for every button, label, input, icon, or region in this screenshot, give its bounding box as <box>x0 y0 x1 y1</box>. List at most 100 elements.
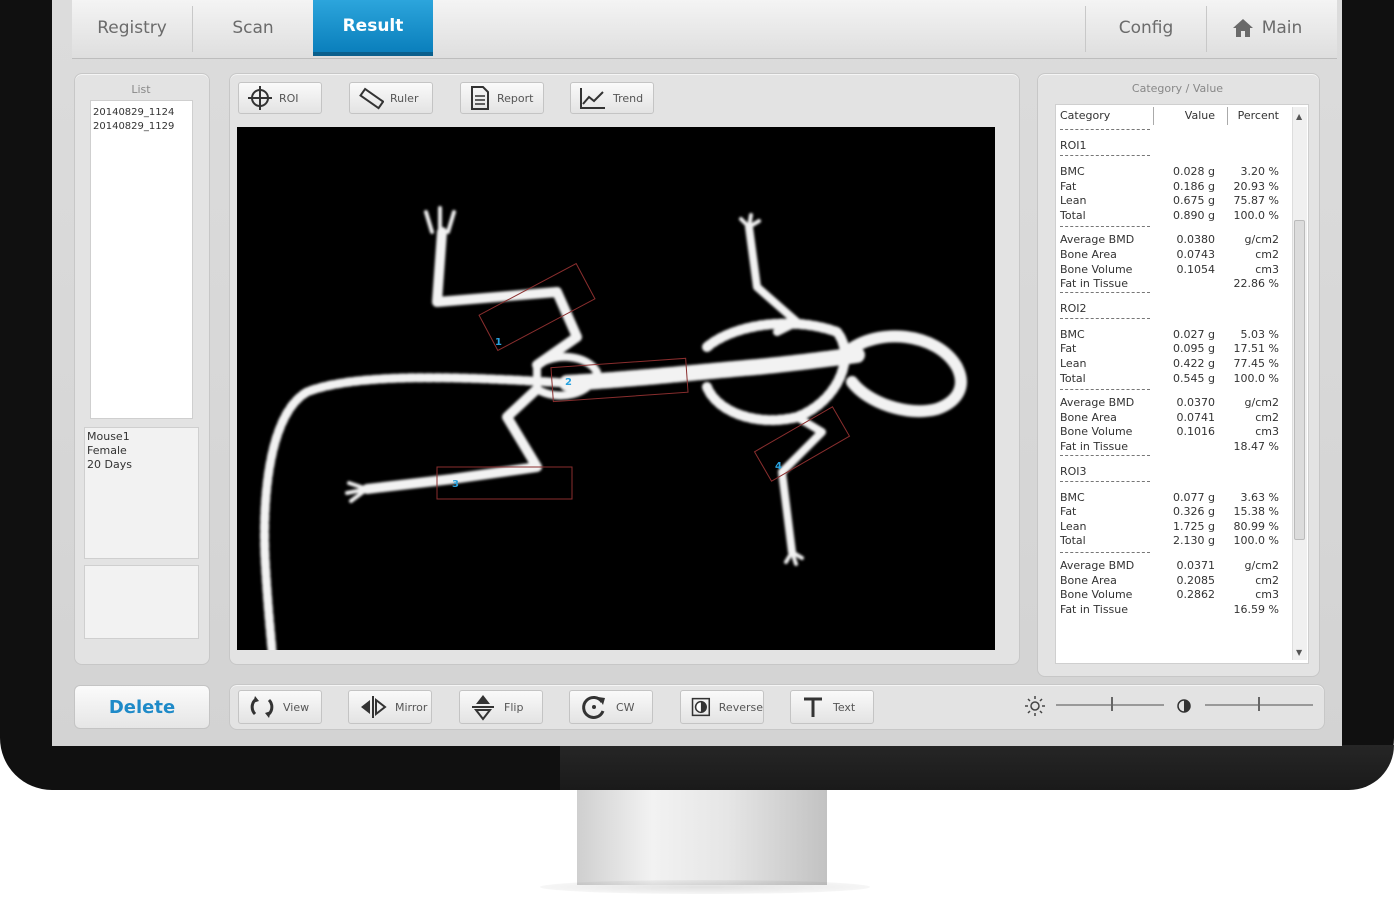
result-value: 0.186 g <box>1173 179 1215 193</box>
detail-name: Mouse1 <box>87 430 130 443</box>
result-value: 0.1054 <box>1176 262 1216 276</box>
tab-result[interactable]: Result <box>313 0 433 56</box>
result-category: Lean <box>1060 357 1087 370</box>
roi-marker-3[interactable]: 3 <box>452 479 459 490</box>
results-scroll-thumb[interactable] <box>1294 220 1305 540</box>
column-divider <box>1227 107 1228 125</box>
view-button-label: View <box>283 700 310 714</box>
delete-button[interactable]: Delete <box>74 685 210 729</box>
result-value: 0.028 g <box>1173 165 1215 178</box>
scroll-up-icon[interactable]: ▲ <box>1296 112 1302 121</box>
result-row: BMC 0.027 g 5.03 % <box>1057 328 1285 342</box>
result-percent: 77.45 % <box>1233 357 1279 370</box>
rotate-cw-button[interactable]: CW <box>569 690 653 724</box>
roi-title-label: ROI2 <box>1060 301 1087 315</box>
flip-button[interactable]: Flip <box>459 690 543 724</box>
result-percent: cm2 <box>1255 410 1279 424</box>
result-value: 0.545 g <box>1173 371 1215 385</box>
list-item[interactable]: 20140829_1129 <box>93 121 174 132</box>
trend-button[interactable]: Trend <box>570 82 654 114</box>
roi-marker-2[interactable]: 2 <box>565 377 572 388</box>
tab-scan[interactable]: Scan <box>194 0 312 56</box>
result-category: BMC <box>1060 327 1085 341</box>
result-category: Total <box>1060 208 1086 222</box>
result-percent: 16.59 % <box>1233 602 1279 616</box>
result-row: BMC 0.077 g 3.63 % <box>1057 491 1285 505</box>
result-row: Lean 1.725 g 80.99 % <box>1057 520 1285 534</box>
result-percent: g/cm2 <box>1244 559 1279 572</box>
result-value: 1.725 g <box>1173 519 1215 533</box>
result-percent: cm2 <box>1255 573 1279 587</box>
scroll-down-icon[interactable]: ▼ <box>1296 648 1302 657</box>
mirror-button[interactable]: Mirror <box>348 690 432 724</box>
col-value: Value <box>1184 109 1215 122</box>
result-percent: 100.0 % <box>1233 371 1279 385</box>
invert-icon <box>691 697 711 717</box>
result-category: Bone Volume <box>1060 588 1133 602</box>
results-header: Category / Value <box>1131 82 1224 95</box>
result-value: 0.0743 <box>1176 248 1216 261</box>
rotate-clockwise-icon <box>582 695 605 719</box>
result-category: Bone Volume <box>1060 262 1133 276</box>
result-row: Average BMD 0.0371 g/cm2 <box>1057 559 1285 573</box>
result-category: Fat in Tissue <box>1060 602 1129 616</box>
result-row: Fat 0.095 g 17.51 % <box>1057 342 1285 356</box>
roi-marker-1[interactable]: 1 <box>495 337 502 348</box>
roi-button[interactable]: ROI <box>238 82 322 114</box>
xray-image-viewer[interactable]: 1 2 3 4 <box>237 127 995 655</box>
tab-registry-label: Registry <box>97 18 167 38</box>
tab-config[interactable]: Config <box>1087 0 1205 56</box>
result-row: Fat in Tissue 22.86 % <box>1057 277 1285 291</box>
result-category: Bone Area <box>1060 248 1117 261</box>
text-icon <box>804 697 822 717</box>
result-row: Fat in Tissue 18.47 % <box>1057 440 1285 454</box>
delete-button-label: Delete <box>108 696 176 718</box>
result-category: BMC <box>1060 490 1085 504</box>
result-percent: 18.47 % <box>1233 440 1279 453</box>
contrast-slider-handle[interactable] <box>1258 697 1260 711</box>
result-percent: g/cm2 <box>1244 396 1279 410</box>
text-button[interactable]: Text <box>790 690 874 724</box>
ruler-button[interactable]: Ruler <box>349 82 433 114</box>
roi-marker-4[interactable]: 4 <box>775 461 782 472</box>
result-category: Average BMD <box>1060 559 1135 572</box>
brightness-slider[interactable] <box>1056 704 1164 706</box>
reverse-button[interactable]: Reverse <box>680 690 764 724</box>
flip-icon <box>472 695 494 721</box>
report-button[interactable]: Report <box>460 82 544 114</box>
details-box: Mouse1 Female 20 Days <box>84 427 199 559</box>
result-category: Fat in Tissue <box>1060 277 1129 291</box>
result-row: Fat 0.326 g 15.38 % <box>1057 505 1285 519</box>
result-row: Bone Area 0.0741 cm2 <box>1057 411 1285 425</box>
result-value: 0.2862 <box>1176 588 1216 602</box>
section-divider <box>1060 454 1150 456</box>
result-category: Average BMD <box>1060 233 1135 247</box>
home-icon <box>1232 19 1253 37</box>
result-percent: 17.51 % <box>1233 342 1279 356</box>
list-item[interactable]: 20140829_1124 <box>93 107 174 118</box>
result-percent: 5.03 % <box>1240 327 1279 341</box>
result-category: Total <box>1060 371 1086 385</box>
result-category: Fat <box>1060 342 1077 356</box>
line-chart-icon <box>580 88 605 109</box>
results-header-row: Category Value Percent <box>1057 109 1285 123</box>
result-percent: 100.0 % <box>1233 208 1279 222</box>
roi-button-label: ROI <box>279 91 299 105</box>
result-percent: 80.99 % <box>1233 519 1279 533</box>
result-percent: 15.38 % <box>1233 505 1279 519</box>
result-row: Average BMD 0.0380 g/cm2 <box>1057 233 1285 247</box>
mirror-button-label: Mirror <box>395 700 428 714</box>
view-button[interactable]: View <box>238 690 322 724</box>
brightness-slider-handle[interactable] <box>1111 697 1113 711</box>
tab-main[interactable]: Main <box>1208 0 1326 56</box>
tab-registry[interactable]: Registry <box>72 0 192 56</box>
result-category: Fat <box>1060 505 1077 519</box>
result-percent: 75.87 % <box>1233 194 1279 208</box>
result-row: Bone Volume 0.1016 cm3 <box>1057 425 1285 439</box>
flip-button-label: Flip <box>504 700 524 714</box>
section-divider <box>1060 317 1150 319</box>
report-button-label: Report <box>497 91 534 105</box>
result-row: Bone Volume 0.2862 cm3 <box>1057 588 1285 602</box>
result-value: 0.1016 <box>1176 425 1216 439</box>
result-row: Lean 0.675 g 75.87 % <box>1057 194 1285 208</box>
